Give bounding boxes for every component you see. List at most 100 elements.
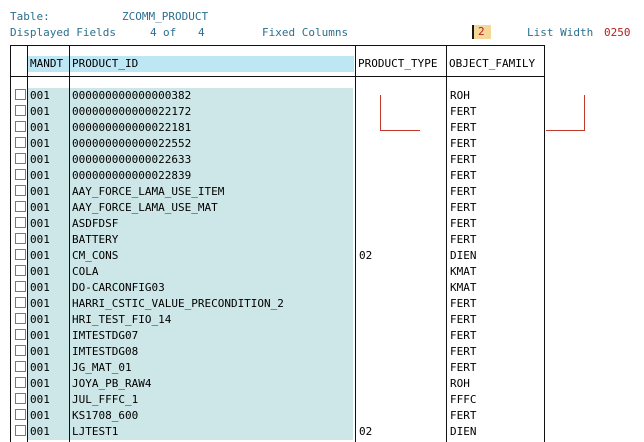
table-row[interactable]: 001 HRI_TEST_FIO_14 FERT — [0, 312, 644, 328]
cell-object-family[interactable]: DIEN — [448, 424, 478, 440]
cell-product-type[interactable] — [357, 88, 372, 104]
cell-product-id[interactable]: DO-CARCONFIG03 — [70, 280, 353, 296]
cell-mandt[interactable]: 001 — [28, 280, 69, 296]
cell-product-id[interactable]: COLA — [70, 264, 353, 280]
row-select-checkbox[interactable] — [15, 345, 26, 356]
cell-mandt[interactable]: 001 — [28, 184, 69, 200]
cell-mandt[interactable]: 001 — [28, 88, 69, 104]
cell-product-type[interactable] — [357, 216, 372, 232]
row-select-checkbox[interactable] — [15, 153, 26, 164]
table-row[interactable]: 001 DO-CARCONFIG03 KMAT — [0, 280, 644, 296]
cell-product-id[interactable]: ASDFDSF — [70, 216, 353, 232]
row-select-checkbox[interactable] — [15, 281, 26, 292]
cell-object-family[interactable]: FERT — [448, 152, 478, 168]
cell-product-id[interactable]: AAY_FORCE_LAMA_USE_ITEM — [70, 184, 353, 200]
cell-product-id[interactable]: 000000000000022181 — [70, 120, 353, 136]
cell-mandt[interactable]: 001 — [28, 104, 69, 120]
column-header-product-id[interactable]: PRODUCT_ID — [70, 56, 354, 72]
table-row[interactable]: 001 JOYA_PB_RAW4 ROH — [0, 376, 644, 392]
cell-product-id[interactable]: 000000000000022172 — [70, 104, 353, 120]
row-select-checkbox[interactable] — [15, 121, 26, 132]
cell-product-type[interactable] — [357, 312, 372, 328]
cell-object-family[interactable]: FERT — [448, 184, 478, 200]
row-select-checkbox[interactable] — [15, 313, 26, 324]
cell-object-family[interactable]: FERT — [448, 408, 478, 424]
table-row[interactable]: 001 AAY_FORCE_LAMA_USE_MAT FERT — [0, 200, 644, 216]
cell-product-type[interactable] — [357, 152, 372, 168]
column-header-object-family[interactable]: OBJECT_FAMILY — [447, 56, 544, 72]
table-row[interactable]: 001 BATTERY FERT — [0, 232, 644, 248]
table-row[interactable]: 001 IMTESTDG08 FERT — [0, 344, 644, 360]
table-row[interactable]: 001 JG_MAT_01 FERT — [0, 360, 644, 376]
cell-mandt[interactable]: 001 — [28, 296, 69, 312]
row-select-checkbox[interactable] — [15, 361, 26, 372]
cell-product-type[interactable] — [357, 232, 372, 248]
cell-object-family[interactable]: FERT — [448, 344, 478, 360]
row-select-checkbox[interactable] — [15, 377, 26, 388]
table-row[interactable]: 001 000000000000022839 FERT — [0, 168, 644, 184]
cell-product-type[interactable] — [357, 264, 372, 280]
cell-object-family[interactable]: FERT — [448, 328, 478, 344]
table-row[interactable]: 001 IMTESTDG07 FERT — [0, 328, 644, 344]
cell-object-family[interactable]: FERT — [448, 312, 478, 328]
table-row[interactable]: 001 000000000000022633 FERT — [0, 152, 644, 168]
cell-object-family[interactable]: FERT — [448, 136, 478, 152]
column-header-product-type[interactable]: PRODUCT_TYPE — [356, 56, 446, 72]
row-select-checkbox[interactable] — [15, 217, 26, 228]
row-select-checkbox[interactable] — [15, 201, 26, 212]
cell-product-id[interactable]: LJTEST1 — [70, 424, 353, 440]
cell-mandt[interactable]: 001 — [28, 408, 69, 424]
table-row[interactable]: 001 CM_CONS 02 DIEN — [0, 248, 644, 264]
row-select-checkbox[interactable] — [15, 89, 26, 100]
row-select-checkbox[interactable] — [15, 249, 26, 260]
cell-product-id[interactable]: 000000000000022552 — [70, 136, 353, 152]
cell-mandt[interactable]: 001 — [28, 424, 69, 440]
cell-mandt[interactable]: 001 — [28, 216, 69, 232]
cell-product-type[interactable] — [357, 104, 372, 120]
cell-product-type[interactable] — [357, 296, 372, 312]
cell-mandt[interactable]: 001 — [28, 136, 69, 152]
table-row[interactable]: 001 LJTEST1 02 DIEN — [0, 424, 644, 440]
cell-product-type[interactable] — [357, 200, 372, 216]
cell-product-id[interactable]: HARRI_CSTIC_VALUE_PRECONDITION_2 — [70, 296, 353, 312]
cell-mandt[interactable]: 001 — [28, 264, 69, 280]
cell-object-family[interactable]: FERT — [448, 120, 478, 136]
cell-object-family[interactable]: KMAT — [448, 280, 478, 296]
row-select-checkbox[interactable] — [15, 409, 26, 420]
cell-object-family[interactable]: FERT — [448, 200, 478, 216]
cell-mandt[interactable]: 001 — [28, 376, 69, 392]
table-row[interactable]: 001 AAY_FORCE_LAMA_USE_ITEM FERT — [0, 184, 644, 200]
cell-object-family[interactable]: FERT — [448, 104, 478, 120]
cell-object-family[interactable]: ROH — [448, 376, 478, 392]
row-select-checkbox[interactable] — [15, 393, 26, 404]
cell-object-family[interactable]: DIEN — [448, 248, 478, 264]
row-select-checkbox[interactable] — [15, 169, 26, 180]
cell-object-family[interactable]: ROH — [448, 88, 478, 104]
cell-mandt[interactable]: 001 — [28, 312, 69, 328]
cell-product-id[interactable]: AAY_FORCE_LAMA_USE_MAT — [70, 200, 353, 216]
cell-product-id[interactable]: HRI_TEST_FIO_14 — [70, 312, 353, 328]
cell-object-family[interactable]: FFFC — [448, 392, 478, 408]
cell-product-id[interactable]: JUL_FFFC_1 — [70, 392, 353, 408]
table-row[interactable]: 001 COLA KMAT — [0, 264, 644, 280]
cell-object-family[interactable]: FERT — [448, 296, 478, 312]
cell-product-type[interactable] — [357, 328, 372, 344]
cell-product-type[interactable] — [357, 360, 372, 376]
table-row[interactable]: 001 000000000000022181 FERT — [0, 120, 644, 136]
cell-object-family[interactable]: FERT — [448, 360, 478, 376]
row-select-checkbox[interactable] — [15, 105, 26, 116]
table-row[interactable]: 001 ASDFDSF FERT — [0, 216, 644, 232]
cell-mandt[interactable]: 001 — [28, 120, 69, 136]
row-select-checkbox[interactable] — [15, 297, 26, 308]
cell-mandt[interactable]: 001 — [28, 360, 69, 376]
row-select-checkbox[interactable] — [15, 329, 26, 340]
cell-mandt[interactable]: 001 — [28, 328, 69, 344]
row-select-checkbox[interactable] — [15, 137, 26, 148]
cell-product-type[interactable] — [357, 392, 372, 408]
fixed-columns-input[interactable]: 2 — [472, 25, 491, 39]
table-row[interactable]: 001 000000000000022172 FERT — [0, 104, 644, 120]
cell-product-id[interactable]: IMTESTDG08 — [70, 344, 353, 360]
cell-product-id[interactable]: 000000000000022839 — [70, 168, 353, 184]
cell-product-type[interactable]: 02 — [357, 424, 377, 440]
table-row[interactable]: 001 000000000000022552 FERT — [0, 136, 644, 152]
